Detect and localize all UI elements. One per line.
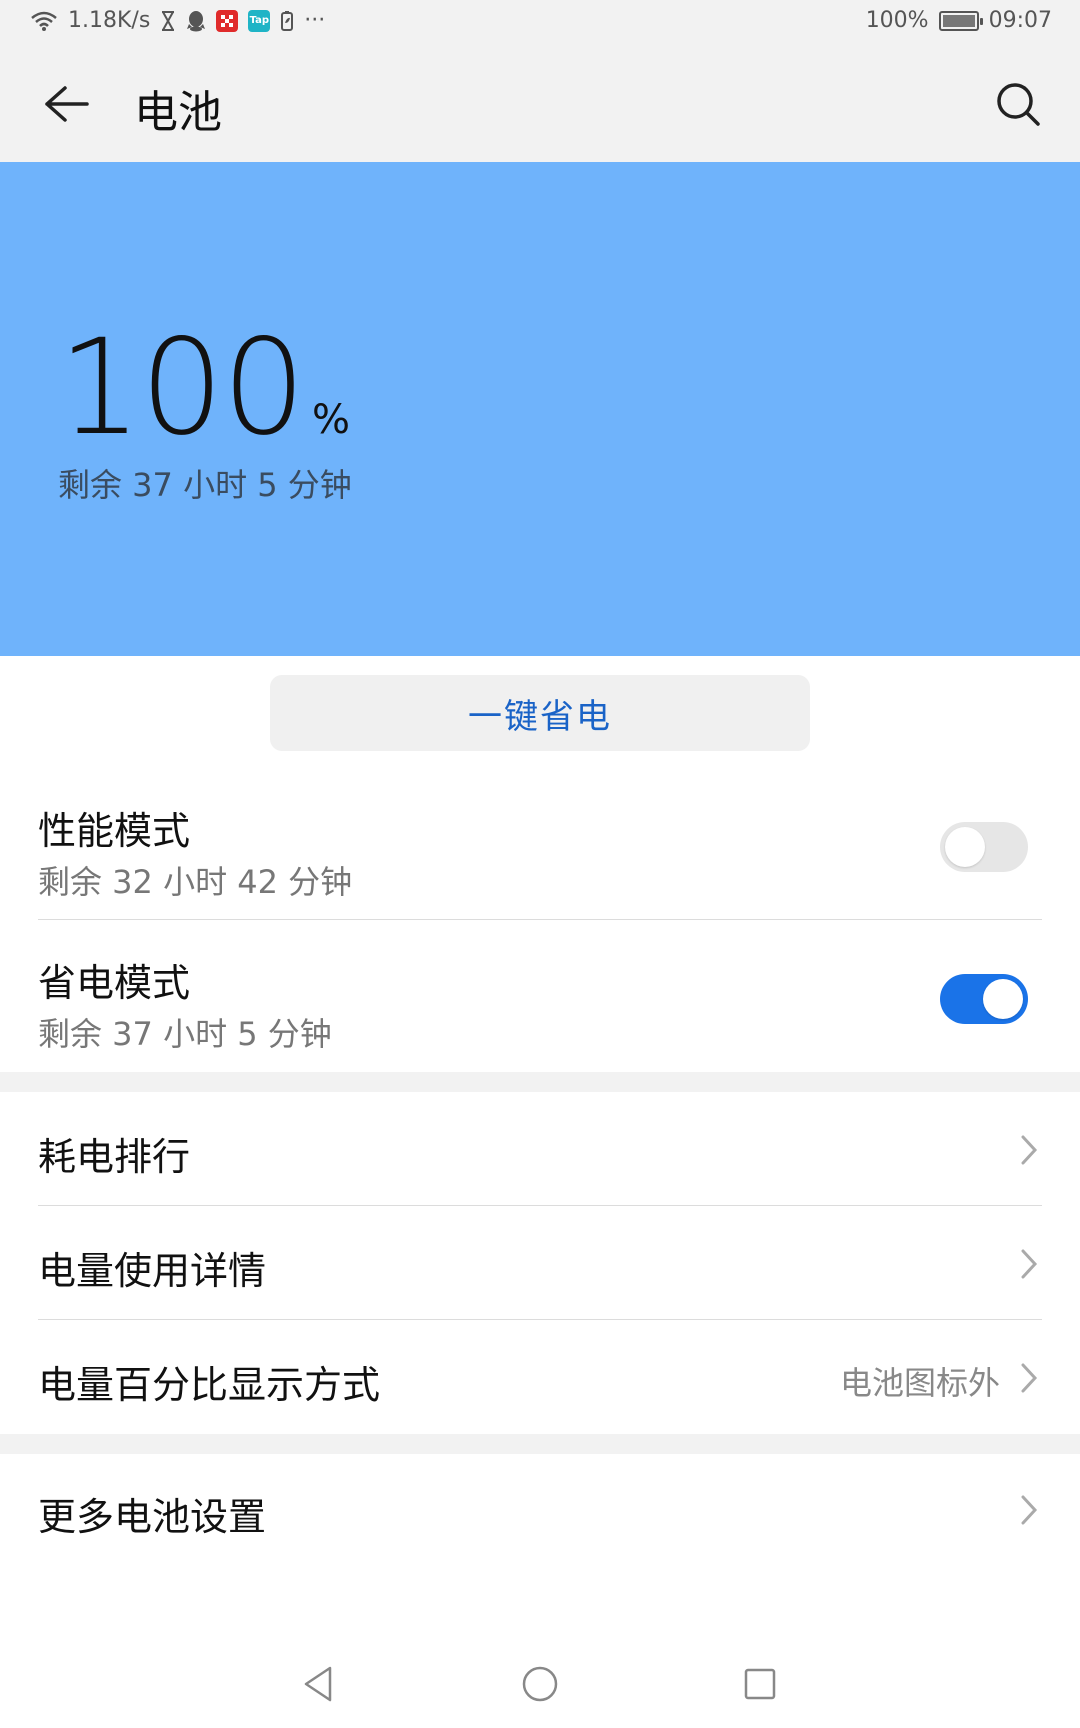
power-consumption-ranking-row[interactable]: 耗电排行 — [0, 1092, 1080, 1206]
performance-mode-row[interactable]: 性能模式 剩余 32 小时 42 分钟 — [0, 770, 1080, 920]
performance-mode-remaining: 剩余 32 小时 42 分钟 — [38, 863, 353, 901]
search-icon — [997, 83, 1040, 126]
performance-mode-toggle[interactable] — [940, 822, 1028, 872]
more-status-icon: ··· — [304, 8, 326, 33]
status-time: 09:07 — [988, 8, 1052, 33]
battery-percent-unit: % — [311, 397, 350, 443]
status-bar: 1.18K/s Tap ··· 100% 09:07 — [0, 0, 1080, 50]
power-usage-details-label: 电量使用详情 — [38, 1249, 267, 1293]
page-title: 电池 — [134, 87, 222, 138]
circle-home-icon — [522, 1666, 558, 1702]
battery-percentage-display-label: 电量百分比显示方式 — [38, 1363, 381, 1407]
app-bar: 电池 — [0, 50, 1080, 162]
network-speed: 1.18K/s — [68, 8, 151, 33]
wifi-icon — [30, 10, 58, 32]
battery-percent-text: 100% — [865, 8, 929, 33]
power-usage-details-row[interactable]: 电量使用详情 — [0, 1206, 1080, 1320]
red-app-icon — [216, 9, 239, 32]
battery-level-panel: 100 % 剩余 37 小时 5 分钟 — [0, 162, 1080, 656]
hourglass-icon — [160, 10, 176, 32]
chevron-right-icon — [1018, 1360, 1040, 1396]
battery-percentage-display-value: 电池图标外 — [839, 1364, 1000, 1402]
tap-app-icon: Tap — [248, 9, 271, 32]
toggle-knob — [945, 827, 985, 867]
nav-home-button[interactable] — [512, 1656, 568, 1712]
back-arrow-icon — [45, 86, 89, 122]
nav-back-button[interactable] — [290, 1656, 346, 1712]
battery-percentage-display-row[interactable]: 电量百分比显示方式 电池图标外 — [0, 1320, 1080, 1434]
triangle-back-icon — [304, 1666, 332, 1702]
power-saving-mode-toggle[interactable] — [940, 974, 1028, 1024]
status-left: 1.18K/s Tap ··· — [30, 8, 325, 33]
navigation-bar — [0, 1640, 1080, 1728]
more-battery-settings-row[interactable]: 更多电池设置 — [0, 1454, 1080, 1568]
search-button[interactable] — [988, 74, 1048, 134]
square-recents-icon — [744, 1668, 776, 1700]
toggle-knob — [983, 979, 1023, 1019]
power-consumption-ranking-label: 耗电排行 — [38, 1135, 191, 1179]
nav-recents-button[interactable] — [732, 1656, 788, 1712]
section-gap — [0, 1072, 1080, 1092]
chevron-right-icon — [1018, 1492, 1040, 1528]
power-saving-mode-title: 省电模式 — [38, 961, 191, 1005]
chevron-right-icon — [1018, 1132, 1040, 1168]
power-saving-mode-row[interactable]: 省电模式 剩余 37 小时 5 分钟 — [0, 920, 1080, 1072]
more-battery-settings-label: 更多电池设置 — [38, 1495, 267, 1539]
performance-mode-title: 性能模式 — [38, 809, 191, 853]
remaining-time: 剩余 37 小时 5 分钟 — [58, 466, 352, 504]
battery-saver-icon — [280, 10, 294, 32]
one-key-power-save-button[interactable]: 一键省电 — [270, 675, 810, 751]
status-right: 100% 09:07 — [866, 8, 1052, 33]
battery-percentage: 100 % — [58, 322, 350, 454]
back-button[interactable] — [36, 74, 96, 134]
battery-percent-value: 100 — [58, 311, 306, 465]
power-saving-mode-remaining: 剩余 37 小时 5 分钟 — [38, 1015, 332, 1053]
chevron-right-icon — [1018, 1246, 1040, 1282]
section-gap — [0, 1434, 1080, 1454]
qq-icon — [186, 10, 206, 32]
battery-icon — [938, 10, 983, 31]
